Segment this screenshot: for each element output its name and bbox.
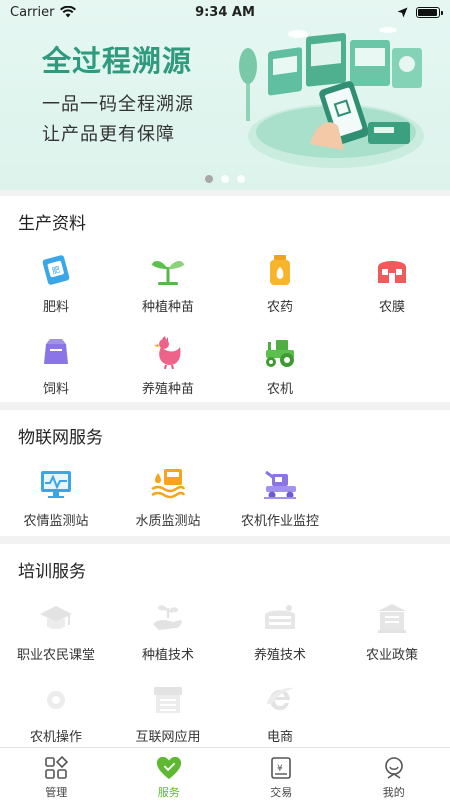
tab-label: 交易 [270, 786, 293, 799]
grid-item-label: 农机作业监控 [240, 514, 319, 529]
tab-label: 我的 [382, 786, 405, 799]
grid-item-label: 饲料 [42, 382, 69, 397]
feed-icon [38, 334, 74, 370]
grid-item-label: 农膜 [378, 300, 405, 315]
grid-item-label: 农情监测站 [23, 514, 89, 529]
greenhouse-film-icon [374, 252, 410, 288]
banner-title: 全过程溯源 [42, 44, 193, 78]
grid-item-water-quality-station[interactable]: 水质监测站 [112, 466, 224, 529]
grid-item-internet-apps[interactable]: 互联网应用 [112, 682, 224, 745]
carousel-dot[interactable] [221, 175, 229, 183]
grid-item-crop-monitoring-station[interactable]: 农情监测站 [0, 466, 112, 529]
policy-icon [374, 600, 410, 636]
grid-item-label: 养殖技术 [253, 648, 306, 663]
profile-icon [381, 755, 407, 781]
grid-item-greenhouse-film[interactable]: 农膜 [336, 252, 448, 315]
status-bar: Carrier 9:34 AM [0, 0, 450, 24]
wifi-icon [60, 6, 77, 18]
grid-item-label: 互联网应用 [135, 730, 201, 745]
gear-icon [38, 682, 74, 718]
grid-item-label: 电商 [266, 730, 293, 745]
grid-item-feed[interactable]: 饲料 [0, 334, 112, 397]
grid-item-label: 肥料 [42, 300, 69, 315]
tab-services[interactable]: 服务 [113, 748, 226, 800]
grid-item-machinery-operation[interactable]: 农机操作 [0, 682, 112, 745]
water-quality-icon [150, 466, 186, 502]
grid-item-fertilizer[interactable]: 肥 肥料 [0, 252, 112, 315]
grid-item-agri-policy[interactable]: 农业政策 [336, 600, 448, 663]
fertilizer-icon: 肥 [38, 252, 74, 288]
grid-item-seedling[interactable]: 种植种苗 [112, 252, 224, 315]
battery-fill [418, 8, 437, 16]
grid-item-pesticide[interactable]: 农药 [224, 252, 336, 315]
section-production-materials: 生产资料 肥 肥料 种植种苗 农药 农膜 饲料 养殖种苗 农机 [0, 196, 450, 402]
grid-item-machinery-monitoring[interactable]: 农机作业监控 [224, 466, 336, 529]
chicken-icon [150, 334, 186, 370]
monitor-icon [38, 466, 74, 502]
svg-text:¥: ¥ [277, 764, 283, 774]
grid-item-e-commerce[interactable]: 电商 [224, 682, 336, 745]
location-arrow-icon [397, 7, 408, 17]
tab-trade[interactable]: ¥ 交易 [225, 748, 338, 800]
carousel-indicator[interactable] [0, 175, 450, 183]
grid-item-label: 农机操作 [29, 730, 82, 745]
grid-item-label: 种植技术 [141, 648, 194, 663]
grid-item-breeding-tech[interactable]: 养殖技术 [224, 600, 336, 663]
e-commerce-icon [262, 682, 298, 718]
banner-carousel[interactable]: 全过程溯源 一品一码全程溯源 让产品更有保障 [0, 0, 450, 190]
carousel-dot[interactable] [237, 175, 245, 183]
tab-label: 管理 [45, 786, 68, 799]
carousel-dot[interactable] [205, 175, 213, 183]
tab-mine[interactable]: 我的 [338, 748, 450, 800]
tractor-icon [262, 334, 298, 370]
section-training-services: 培训服务 职业农民课堂 种植技术 养殖技术 农业政策 农机操作 互联网应用 电商 [0, 544, 450, 747]
section-title: 培训服务 [18, 562, 86, 582]
grid-item-label: 种植种苗 [141, 300, 194, 315]
grid-item-label: 养殖种苗 [141, 382, 194, 397]
banner-subtitle-1: 一品一码全程溯源 [42, 94, 194, 115]
grid-item-farm-machinery[interactable]: 农机 [224, 334, 336, 397]
tab-manage[interactable]: 管理 [0, 748, 113, 800]
yuan-ticket-icon: ¥ [268, 755, 294, 781]
heart-icon [156, 755, 182, 781]
grid-item-farmer-classroom[interactable]: 职业农民课堂 [0, 600, 112, 663]
grid-item-breeding-stock[interactable]: 养殖种苗 [112, 334, 224, 397]
banner-subtitle-2: 让产品更有保障 [42, 124, 175, 145]
grid-item-label: 水质监测站 [135, 514, 201, 529]
traceability-illustration [239, 27, 424, 168]
grid-item-label: 农药 [266, 300, 293, 315]
bottom-tab-bar: 管理 服务 ¥ 交易 我的 [0, 747, 450, 800]
grid-item-planting-tech[interactable]: 种植技术 [112, 600, 224, 663]
status-left: Carrier [10, 4, 77, 20]
breeding-icon [262, 600, 298, 636]
status-right [397, 6, 443, 18]
section-title: 生产资料 [18, 214, 86, 234]
planting-hand-icon [150, 600, 186, 636]
carrier-label: Carrier [10, 4, 55, 20]
tab-label: 服务 [157, 786, 180, 799]
grid-item-label: 农机 [266, 382, 293, 397]
seedling-icon [150, 252, 186, 288]
graduation-cap-icon [38, 600, 74, 636]
section-title: 物联网服务 [18, 428, 103, 448]
section-iot-services: 物联网服务 农情监测站 水质监测站 农机作业监控 [0, 410, 450, 536]
grid-item-label: 农业政策 [365, 648, 418, 663]
battery-icon [416, 6, 443, 18]
harvester-icon [262, 466, 298, 502]
pesticide-icon [262, 252, 298, 288]
grid-item-label: 职业农民课堂 [16, 648, 95, 663]
grid-manage-icon [43, 755, 69, 781]
storefront-icon [150, 682, 186, 718]
